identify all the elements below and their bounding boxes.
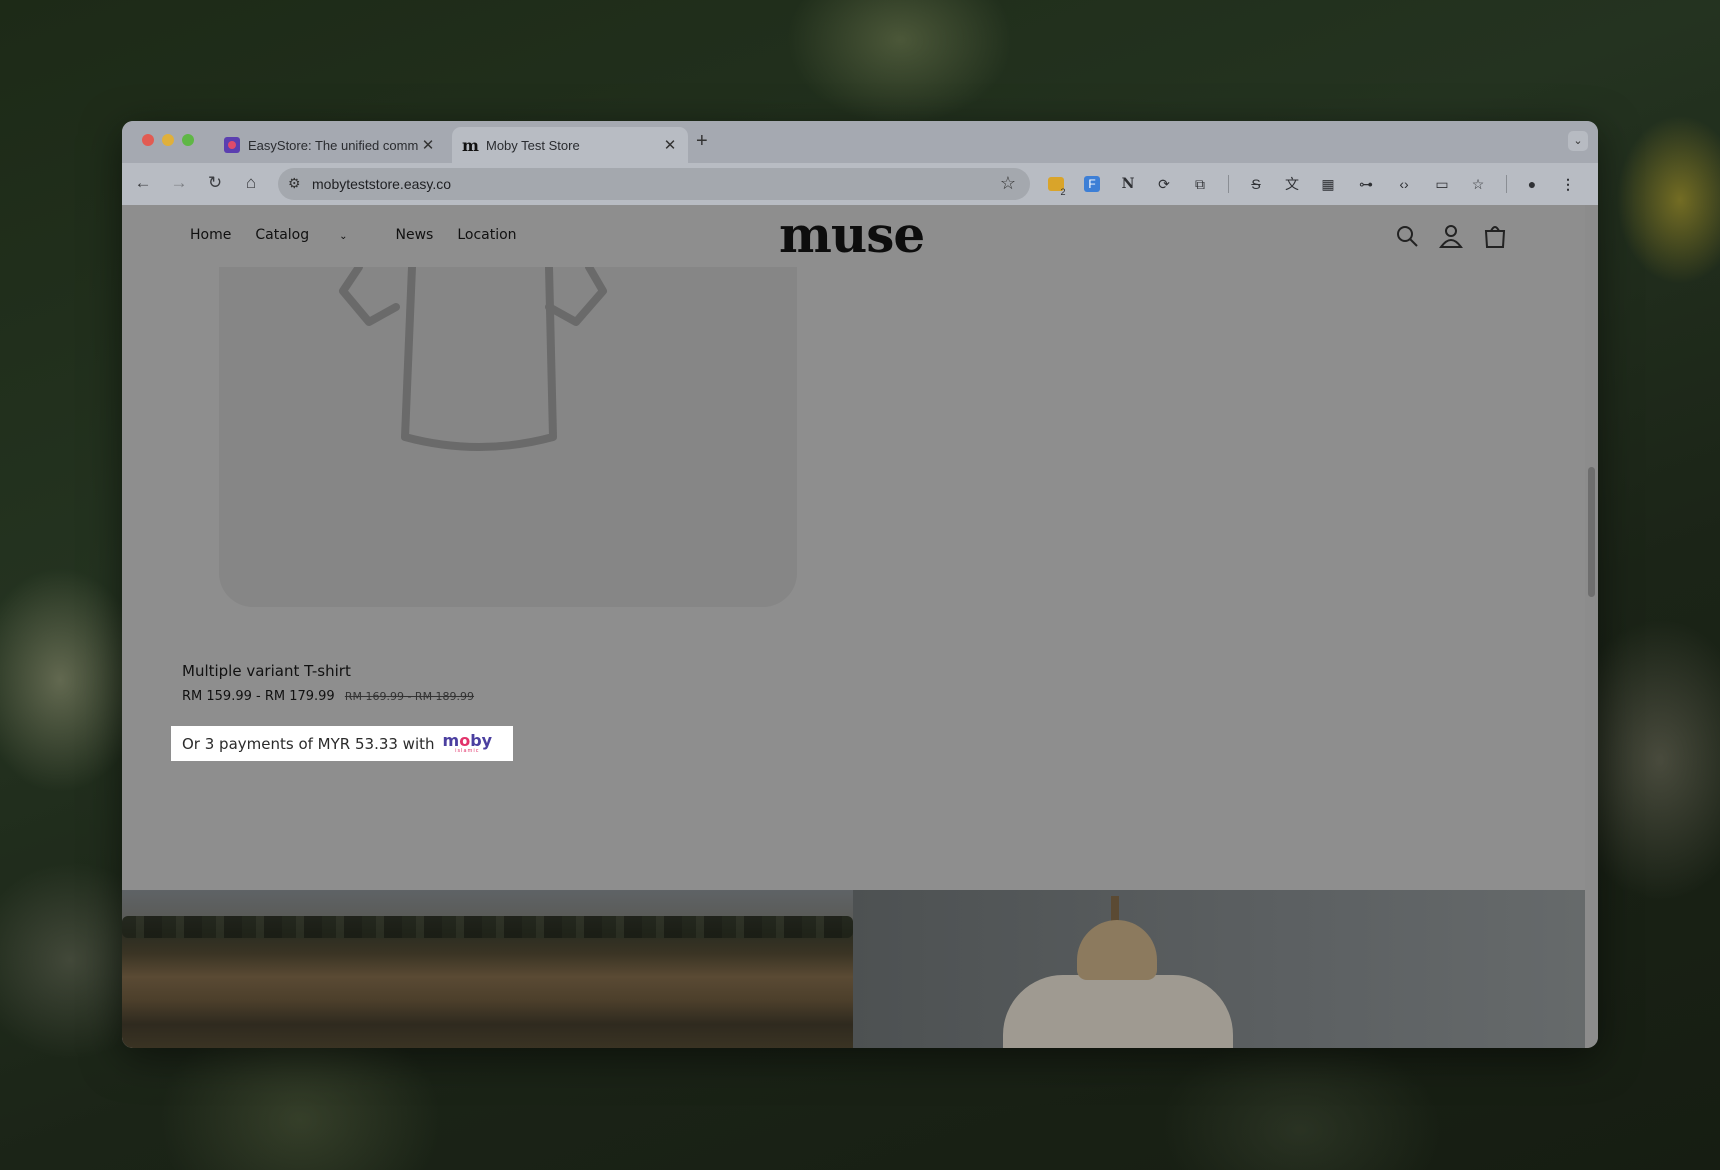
account-icon[interactable] [1438, 223, 1464, 249]
moby-logo: moby islamic [443, 733, 493, 754]
sync-icon[interactable]: ⟳ [1154, 174, 1174, 194]
moby-logo-sub: islamic [455, 748, 480, 754]
strikethrough-icon[interactable]: S [1246, 174, 1266, 194]
product-image[interactable] [219, 263, 797, 607]
scrollbar-track[interactable] [1585, 205, 1598, 1048]
easystore-favicon-icon [224, 137, 240, 153]
web-page: Home Catalog ⌄ News Location muse Multipl… [122, 205, 1585, 1048]
translate-icon[interactable]: 文 [1282, 174, 1302, 194]
browser-toolbar: ← → ↻ ⌂ ⚙ mobyteststore.easy.co ☆ 2 F N … [122, 163, 1598, 205]
window-controls [142, 134, 194, 146]
devices-icon[interactable]: ▭ [1432, 174, 1452, 194]
cart-icon[interactable] [1482, 223, 1508, 249]
scrollbar-thumb[interactable] [1588, 467, 1595, 597]
moby-installment-widget[interactable]: Or 3 payments of MYR 53.33 with moby isl… [171, 726, 513, 761]
store-header: Home Catalog ⌄ News Location muse [122, 205, 1585, 267]
code-icon[interactable]: ‹› [1394, 174, 1414, 194]
close-tab-icon[interactable]: ✕ [662, 136, 678, 154]
banner-image-mannequin[interactable] [853, 890, 1585, 1048]
banner-image-field[interactable] [122, 890, 853, 1048]
qr-code-icon[interactable]: ▦ [1318, 174, 1338, 194]
maximize-window-button[interactable] [182, 134, 194, 146]
toolbar-divider [1506, 175, 1507, 193]
tab-search-chevron-icon[interactable]: ⌄ [1568, 131, 1588, 151]
compare-price: RM 169.99 - RM 189.99 [344, 690, 475, 703]
treeline-decoration [122, 916, 853, 938]
nav-news[interactable]: News [396, 227, 434, 243]
browser-window: EasyStore: The unified comm ✕ m Moby Tes… [122, 121, 1598, 1048]
tab-bar: EasyStore: The unified comm ✕ m Moby Tes… [122, 121, 1598, 163]
nav-location[interactable]: Location [457, 227, 516, 243]
nav-home[interactable]: Home [190, 227, 231, 243]
sale-price: RM 159.99 - RM 179.99 [182, 689, 335, 704]
forward-arrow-icon[interactable]: → [168, 173, 190, 193]
site-settings-icon[interactable]: ⚙ [288, 175, 301, 192]
notion-icon[interactable]: N [1118, 174, 1138, 194]
m-favicon-icon: m [462, 135, 479, 155]
reload-icon[interactable]: ↻ [204, 173, 226, 193]
tab-moby-test-store[interactable]: m Moby Test Store ✕ [452, 127, 688, 163]
link-icon[interactable]: ⊶ [1356, 174, 1376, 194]
puzzle-extension-icon[interactable]: ⧉ [1190, 174, 1210, 194]
back-arrow-icon[interactable]: ← [132, 173, 154, 193]
minimize-window-button[interactable] [162, 134, 174, 146]
search-icon[interactable] [1394, 223, 1420, 249]
close-window-button[interactable] [142, 134, 154, 146]
chevron-down-icon: ⌄ [339, 231, 348, 242]
f-extension-icon[interactable]: F [1084, 176, 1100, 192]
address-bar[interactable]: ⚙ mobyteststore.easy.co ☆ [278, 168, 1030, 200]
product-title[interactable]: Multiple variant T-shirt [182, 662, 351, 680]
extension-badge: 2 [1060, 187, 1066, 197]
installment-message: Or 3 payments of MYR 53.33 with [182, 734, 435, 753]
main-nav: Home Catalog ⌄ News Location [190, 227, 541, 243]
bookmark-star-icon[interactable]: ☆ [1000, 173, 1016, 194]
store-logo[interactable]: muse [779, 205, 925, 264]
nav-catalog-label: Catalog [255, 227, 310, 243]
product-price: RM 159.99 - RM 179.99 RM 169.99 - RM 189… [182, 689, 474, 704]
tab-title: Moby Test Store [486, 137, 580, 153]
new-tab-button[interactable]: + [696, 130, 708, 153]
home-icon[interactable]: ⌂ [240, 173, 262, 193]
bookmarks-icon[interactable]: ☆ [1468, 174, 1488, 194]
toolbar-divider [1228, 175, 1229, 193]
menu-kebab-icon[interactable]: ⋮ [1558, 174, 1578, 194]
nav-catalog[interactable]: Catalog ⌄ [255, 227, 371, 243]
tshirt-outline-icon [339, 263, 607, 451]
tab-title: EasyStore: The unified comm [248, 137, 419, 153]
url-text[interactable]: mobyteststore.easy.co [312, 176, 451, 192]
mannequin-body [1003, 975, 1233, 1048]
profile-avatar-icon[interactable]: ● [1522, 174, 1542, 194]
mannequin-form [1077, 920, 1157, 980]
close-tab-icon[interactable]: ✕ [420, 136, 436, 154]
tab-easystore[interactable]: EasyStore: The unified comm ✕ [214, 127, 446, 163]
